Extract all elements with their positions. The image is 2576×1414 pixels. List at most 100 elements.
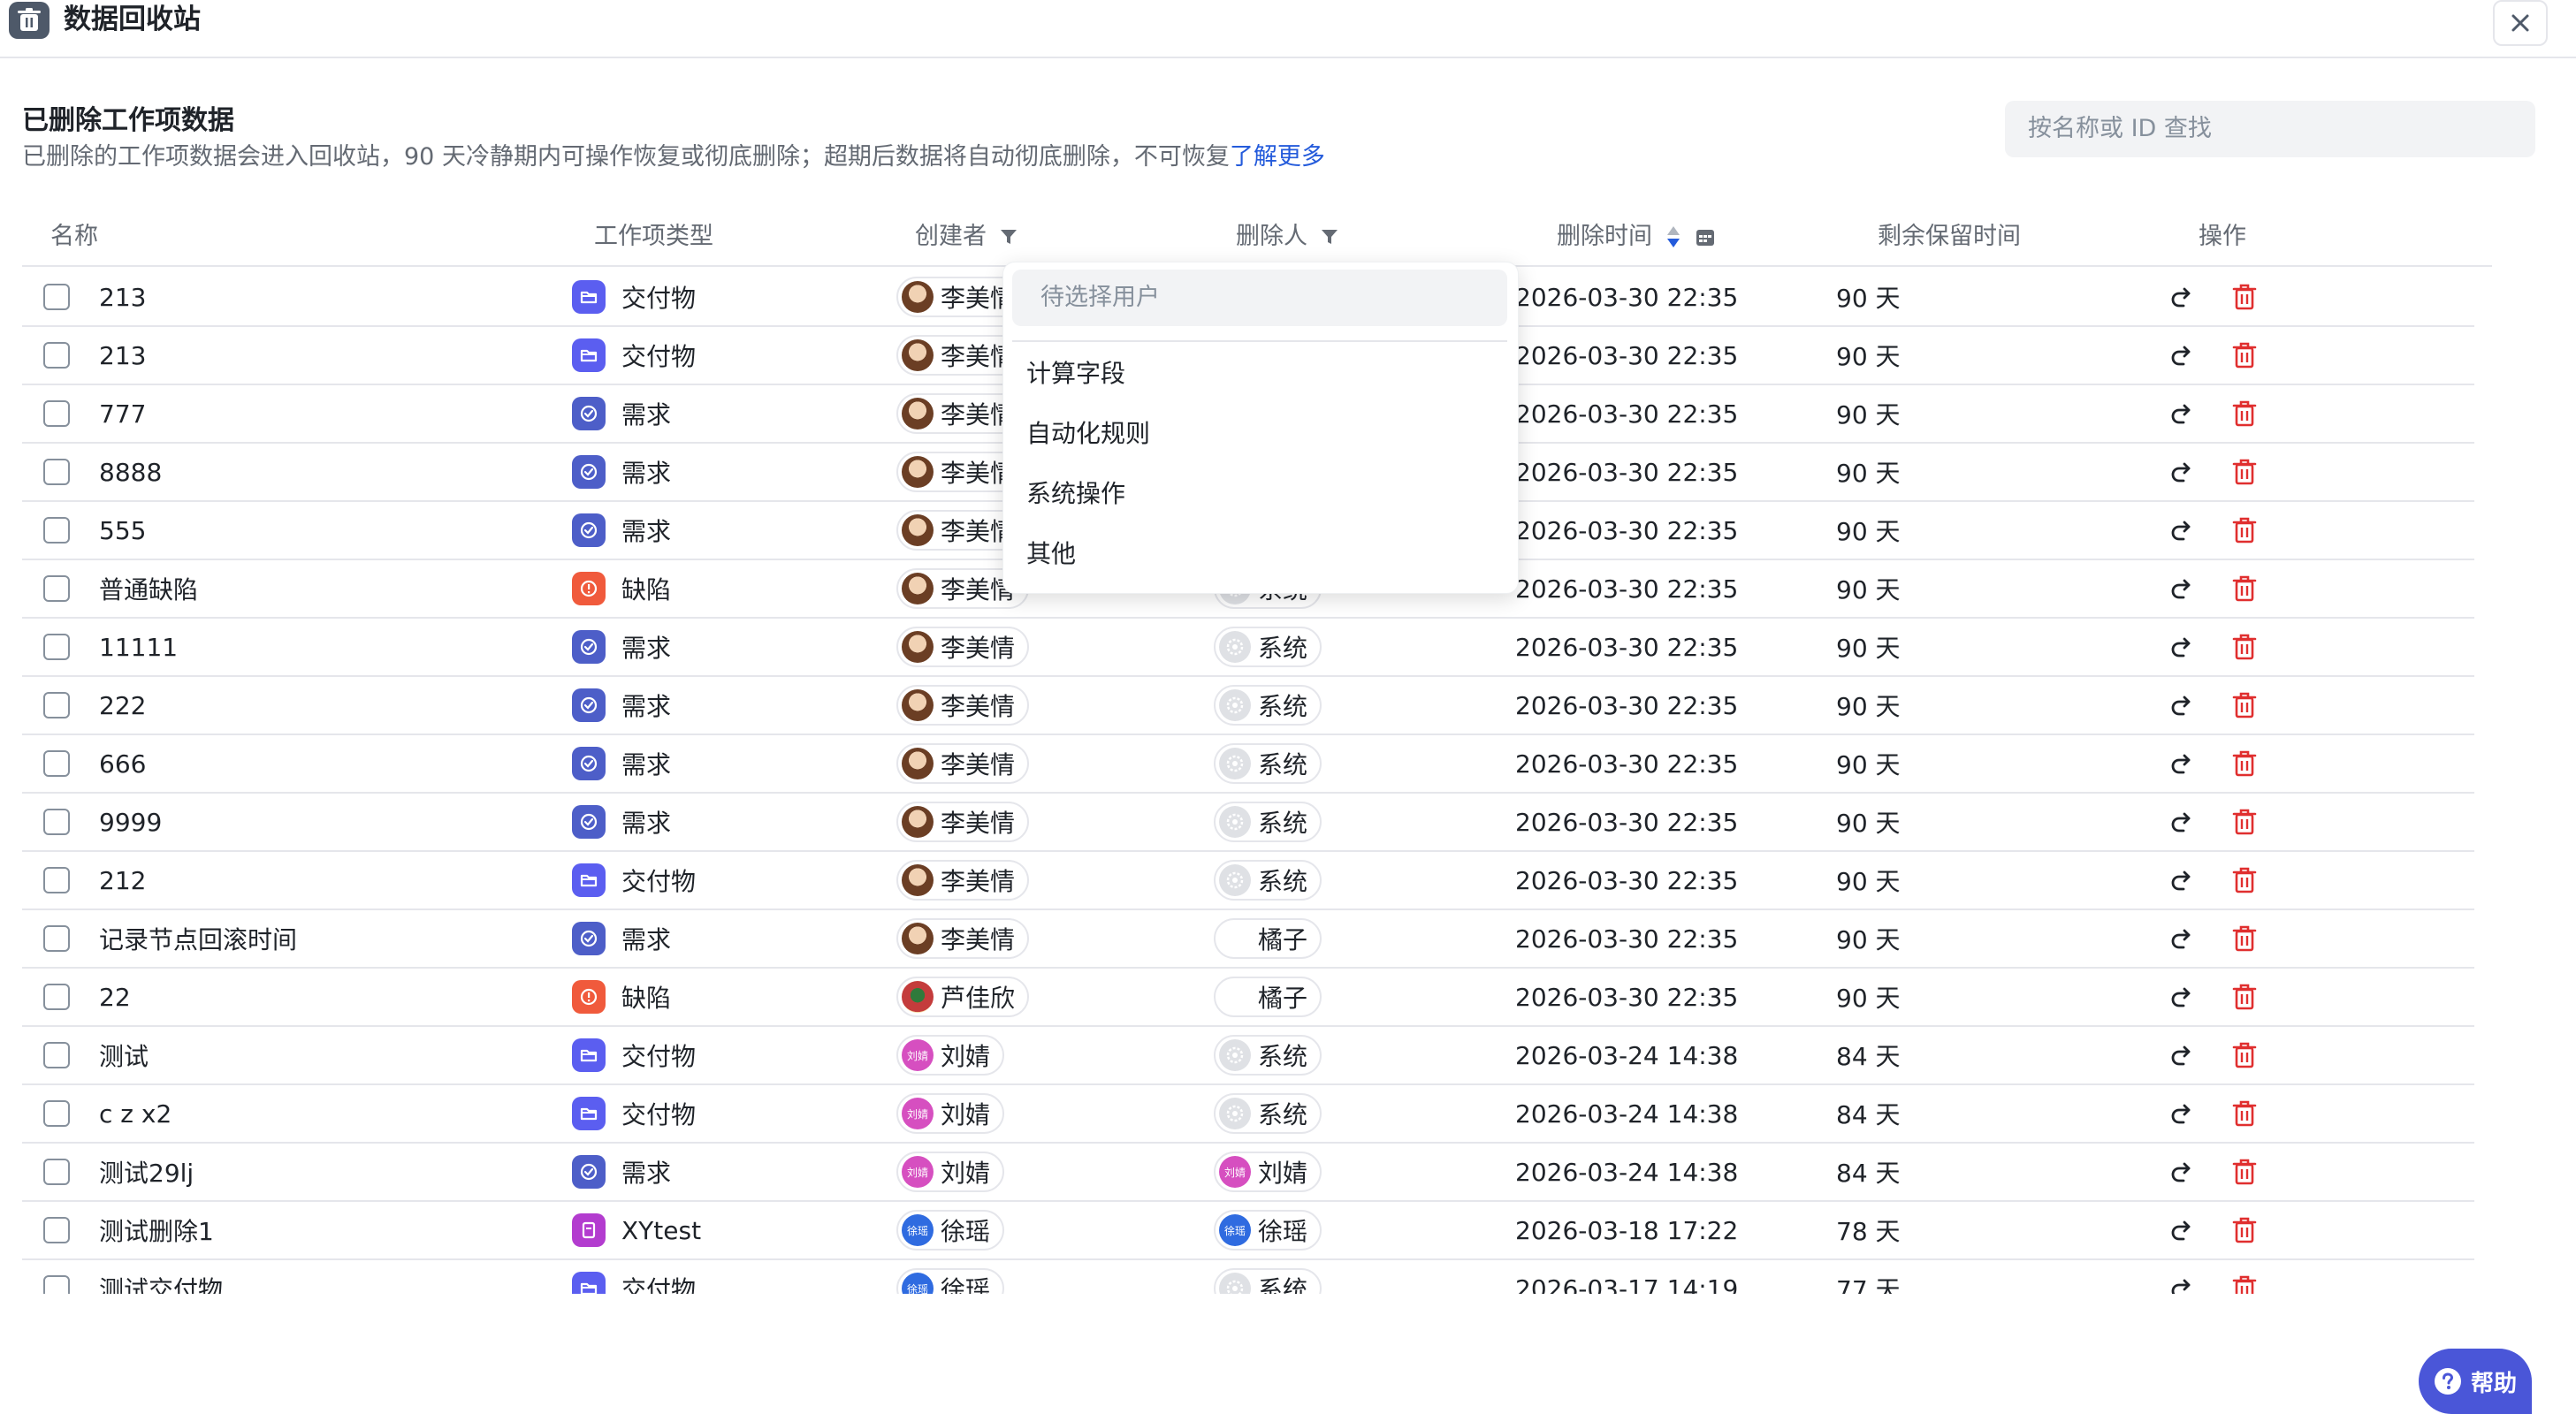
restore-icon[interactable] [2168,341,2196,369]
table-row[interactable]: 212 交付物 李美情 系统 2026-03-30 22:35 90 天 [22,852,2474,910]
restore-icon[interactable] [2168,983,2196,1011]
restore-icon[interactable] [2168,574,2196,603]
row-checkbox[interactable] [43,809,70,835]
work-item-type: 需求 [621,1159,672,1188]
restore-icon[interactable] [2168,1041,2196,1069]
delete-icon[interactable] [2231,283,2258,311]
table-row[interactable]: 22 缺陷 芦佳欣 橘子 2026-03-30 22:35 90 天 [22,969,2474,1027]
creator-tag: 李美情 [896,802,1030,842]
dropdown-item-system-operation[interactable]: 系统操作 [1026,476,1125,512]
filter-icon[interactable] [1320,227,1339,247]
row-checkbox[interactable] [43,634,70,660]
row-checkbox[interactable] [43,1275,70,1294]
delete-icon[interactable] [2231,341,2258,369]
table-row[interactable]: 11111 需求 李美情 系统 2026-03-30 22:35 90 天 [22,619,2474,677]
delete-time: 2026-03-30 22:35 [1515,924,1739,954]
restore-icon[interactable] [2168,1274,2196,1294]
help-button[interactable]: 帮助 [2419,1349,2532,1414]
work-item-type: 缺陷 [621,575,672,604]
row-checkbox[interactable] [43,867,70,893]
row-checkbox[interactable] [43,1042,70,1068]
restore-icon[interactable] [2168,633,2196,661]
row-checkbox[interactable] [43,925,70,952]
creator-name: 刘婧 [941,1100,991,1129]
table-row[interactable]: 测试删除1 XYtest 徐瑶 徐瑶 徐瑶 徐瑶 2026-03-18 17:22 78 天 [22,1202,2474,1260]
row-checkbox[interactable] [43,284,70,310]
delete-time: 2026-03-30 22:35 [1515,457,1739,487]
delete-icon[interactable] [2231,866,2258,894]
delete-icon[interactable] [2231,1099,2258,1128]
dropdown-item-automation-rule[interactable]: 自动化规则 [1026,416,1150,452]
calendar-icon[interactable] [1695,226,1716,247]
delete-icon[interactable] [2231,1158,2258,1186]
system-avatar-icon [1219,689,1251,721]
delete-icon[interactable] [2231,1274,2258,1294]
row-checkbox[interactable] [43,575,70,602]
delete-icon[interactable] [2231,399,2258,428]
item-name: 777 [99,399,147,429]
delete-icon[interactable] [2231,749,2258,778]
sort-icon[interactable] [1665,224,1682,250]
table-row[interactable]: 666 需求 李美情 系统 2026-03-30 22:35 90 天 [22,735,2474,794]
system-avatar-icon [1219,864,1251,896]
deleter-tag: 刘婧 刘婧 [1214,1152,1322,1192]
delete-icon[interactable] [2231,1041,2258,1069]
restore-icon[interactable] [2168,399,2196,428]
row-checkbox[interactable] [43,750,70,777]
dialog-title: 数据回收站 [64,4,201,35]
row-checkbox[interactable] [43,692,70,718]
search-input[interactable]: 按名称或 ID 查找 [2005,101,2535,157]
row-checkbox[interactable] [43,1217,70,1243]
delete-icon[interactable] [2231,691,2258,719]
restore-icon[interactable] [2168,808,2196,836]
dropdown-item-other[interactable]: 其他 [1026,536,1076,572]
restore-icon[interactable] [2168,691,2196,719]
row-checkbox[interactable] [43,459,70,485]
delete-icon[interactable] [2231,458,2258,486]
creator-tag: 刘婧 刘婧 [896,1035,1005,1076]
delete-icon[interactable] [2231,574,2258,603]
restore-icon[interactable] [2168,1158,2196,1186]
avatar [902,981,934,1013]
table-row[interactable]: 222 需求 李美情 系统 2026-03-30 22:35 90 天 [22,677,2474,735]
delete-icon[interactable] [2231,808,2258,836]
creator-tag: 李美情 [896,685,1030,726]
dropdown-item-computed-field[interactable]: 计算字段 [1026,356,1125,392]
row-checkbox[interactable] [43,400,70,427]
avatar [902,689,934,721]
restore-icon[interactable] [2168,516,2196,544]
restore-icon[interactable] [2168,924,2196,953]
table-row[interactable]: 测试交付物 交付物 徐瑶 徐瑶 系统 2026-03-17 14:19 77 天 [22,1260,2474,1294]
avatar: 刘婧 [902,1156,934,1188]
table-row[interactable]: 测试 交付物 刘婧 刘婧 系统 2026-03-24 14:38 84 天 [22,1027,2474,1085]
restore-icon[interactable] [2168,1099,2196,1128]
delete-icon[interactable] [2231,516,2258,544]
table-row[interactable]: 9999 需求 李美情 系统 2026-03-30 22:35 90 天 [22,794,2474,852]
table-row[interactable]: 测试29lj 需求 刘婧 刘婧 刘婧 刘婧 2026-03-24 14:38 84 天 [22,1144,2474,1202]
delete-icon[interactable] [2231,924,2258,953]
row-checkbox[interactable] [43,984,70,1010]
row-checkbox[interactable] [43,517,70,544]
table-row[interactable]: c z x2 交付物 刘婧 刘婧 系统 2026-03-24 14:38 84 天 [22,1085,2474,1144]
restore-icon[interactable] [2168,866,2196,894]
work-item-type: 交付物 [621,342,697,371]
creator-tag: 芦佳欣 [896,977,1030,1017]
deleter-tag: 橘子 [1214,918,1322,959]
restore-icon[interactable] [2168,749,2196,778]
restore-icon[interactable] [2168,1216,2196,1244]
delete-icon[interactable] [2231,633,2258,661]
delete-icon[interactable] [2231,1216,2258,1244]
learn-more-link[interactable]: 了解更多 [1230,143,1325,171]
row-checkbox[interactable] [43,1100,70,1127]
row-checkbox[interactable] [43,1159,70,1185]
table-row[interactable]: 记录节点回滚时间 需求 李美情 橘子 2026-03-30 22:35 90 天 [22,910,2474,969]
system-avatar-icon [1219,1039,1251,1071]
user-select-input[interactable]: 待选择用户 [1012,270,1507,326]
delete-icon[interactable] [2231,983,2258,1011]
close-button[interactable] [2493,0,2548,46]
filter-icon[interactable] [999,227,1018,247]
remaining-time: 84 天 [1836,1159,1901,1188]
restore-icon[interactable] [2168,458,2196,486]
restore-icon[interactable] [2168,283,2196,311]
row-checkbox[interactable] [43,342,70,369]
